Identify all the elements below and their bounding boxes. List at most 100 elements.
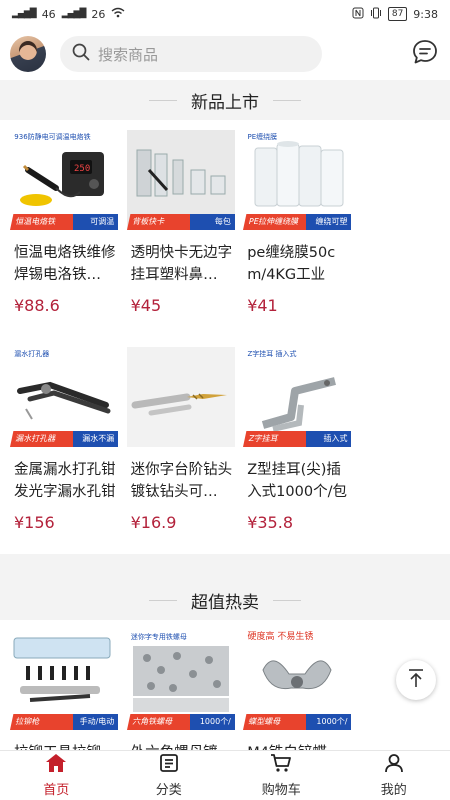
status-bar: ▂▄▆█ 46 ▂▄▆█ 26 87 9:38 <box>0 0 450 28</box>
header: 搜索商品 <box>0 28 450 80</box>
image-tag-right: 插入式 <box>306 431 352 447</box>
product-title[interactable]: 金属漏水打孔钳发光字漏水孔钳 <box>8 459 121 503</box>
tab-cart[interactable]: 购物车 <box>225 751 338 800</box>
image-banner-text: Z字挂耳 插入式 <box>247 350 297 358</box>
product-title[interactable]: 透明快卡无边字挂耳塑料鼻… <box>125 242 238 286</box>
product-card[interactable]: 936防静电可调温电烙铁 250 恒温电烙铁 可调温 恒温电烙铁维修焊锡电洛铁…… <box>8 120 121 337</box>
section-heading: 新品上市 <box>191 92 259 113</box>
image-tag-right: 缠绕可塑 <box>306 214 352 230</box>
product-image: 漏水打孔器 漏水打孔器 漏水不漏光 <box>10 347 119 447</box>
scroll-to-top-button[interactable] <box>396 660 436 700</box>
status-time: 9:38 <box>413 7 438 21</box>
product-price: ¥88.6 <box>14 296 60 315</box>
product-image: PE缠绕膜 PE拉伸缠绕膜 缠绕可塑 <box>243 130 352 230</box>
search-input[interactable]: 搜索商品 <box>98 44 158 65</box>
battery-icon: 87 <box>387 7 408 21</box>
tab-home[interactable]: 首页 <box>0 751 113 800</box>
product-title[interactable]: 拉铆工具拉铆螺… <box>8 742 121 750</box>
search-bar[interactable]: 搜索商品 <box>60 36 322 72</box>
product-image <box>126 347 235 447</box>
product-card[interactable]: 漏水打孔器 漏水打孔器 漏水不漏光 金属漏水打孔钳发光字漏水孔钳 ¥156 <box>8 337 121 554</box>
message-button[interactable] <box>410 39 440 69</box>
tab-category[interactable]: 分类 <box>113 751 226 800</box>
image-tag-left: PE拉伸缠绕膜 <box>243 214 312 230</box>
section-heading: 超值热卖 <box>191 592 259 613</box>
section-title-new: 新品上市 <box>0 80 450 120</box>
product-title[interactable]: 迷你字台阶钻头镀钛钻头可… <box>125 459 238 503</box>
status-right: 87 9:38 <box>352 7 438 22</box>
image-tag-right: 每包 5000个/包 <box>189 214 235 230</box>
image-tag-right: 1000个/包 <box>189 714 235 730</box>
home-icon <box>45 753 67 777</box>
image-tag-left: 背板快卡 <box>126 214 196 230</box>
status-left: ▂▄▆█ 46 ▂▄▆█ 26 <box>12 7 125 21</box>
product-card[interactable]: Z字挂耳 插入式 Z字挂耳 插入式 Z型挂耳(尖)插入式1000个/包 ¥35.… <box>241 337 354 554</box>
product-card[interactable]: 迷你字台阶钻头镀钛钻头可… ¥16.9 <box>125 337 238 554</box>
product-price: ¥16.9 <box>130 513 177 532</box>
section-title-hot: 超值热卖 <box>0 580 450 620</box>
user-icon <box>384 753 404 777</box>
tab-label: 我的 <box>380 783 407 798</box>
image-tag-right: 1000个/包 <box>306 714 352 730</box>
image-banner-text: PE缠绕膜 <box>247 133 278 141</box>
content-scroll[interactable]: 新品上市 936防静电可调温电烙铁 250 恒温电烙铁 可调温 恒温电烙铁维修焊… <box>0 80 450 750</box>
signal-label-1: 46 <box>41 7 56 21</box>
product-image: 硬度高 不易生锈 蝶型螺母 1000个/包 <box>243 630 352 730</box>
search-icon <box>72 43 90 65</box>
product-image: 936防静电可调温电烙铁 250 恒温电烙铁 可调温 <box>10 130 119 230</box>
divider <box>273 599 301 601</box>
image-tag-left: 恒温电烙铁 <box>10 214 79 230</box>
product-price: ¥45 <box>130 296 162 315</box>
divider <box>149 99 177 101</box>
product-price: ¥35.8 <box>247 513 293 532</box>
image-tag-left: 拉铆枪 <box>10 714 79 730</box>
wifi-icon <box>111 7 125 21</box>
image-tag-right: 漏水不漏光 <box>72 431 119 447</box>
product-image: 拉铆枪 手动/电动 <box>10 630 119 730</box>
message-icon <box>411 38 439 70</box>
arrow-up-icon <box>407 668 425 692</box>
image-banner-text: 硬度高 不易生锈 <box>247 632 314 642</box>
bottom-tab-bar: 首页 分类 购物车 我的 <box>0 750 450 800</box>
product-image: 背板快卡 每包 5000个/包 <box>126 130 235 230</box>
image-tag-right: 手动/电动 <box>72 714 119 730</box>
product-image: Z字挂耳 插入式 Z字挂耳 插入式 <box>243 347 352 447</box>
divider <box>149 599 177 601</box>
tab-label: 分类 <box>155 783 182 798</box>
tab-label: 购物车 <box>261 783 301 798</box>
product-card[interactable]: PE缠绕膜 PE拉伸缠绕膜 缠绕可塑 pe缠绕膜50cm/4KG工业用… ¥41 <box>241 120 354 337</box>
image-tag-left: Z字挂耳 <box>243 431 312 447</box>
product-card[interactable]: 硬度高 不易生锈 蝶型螺母 1000个/包 M4铁白锌蝶形… <box>241 620 354 750</box>
signal-label-2: 26 <box>91 7 106 21</box>
image-tag-left: 漏水打孔器 <box>10 431 79 447</box>
product-card[interactable]: 背板快卡 每包 5000个/包 透明快卡无边字挂耳塑料鼻… ¥45 <box>125 120 238 337</box>
product-price: ¥156 <box>14 513 55 532</box>
tab-label: 首页 <box>43 783 70 798</box>
product-title[interactable]: Z型挂耳(尖)插入式1000个/包 <box>241 459 354 503</box>
section-gap <box>0 554 450 580</box>
product-price: ¥41 <box>247 296 278 315</box>
product-card[interactable]: 迷你字专用铁螺母 六角铁螺母 1000个/包 外六角螺母镀锌… <box>125 620 238 750</box>
product-card[interactable]: 拉铆枪 手动/电动 拉铆工具拉铆螺… <box>8 620 121 750</box>
signal-icon: ▂▄▆█ <box>12 9 37 19</box>
product-image: 迷你字专用铁螺母 六角铁螺母 1000个/包 <box>126 630 235 730</box>
svg-text:250: 250 <box>74 164 90 174</box>
image-banner-text: 936防静电可调温电烙铁 <box>14 133 91 141</box>
avatar[interactable] <box>10 36 46 72</box>
image-banner-text: 迷你字专用铁螺母 <box>130 633 187 641</box>
product-title[interactable]: 外六角螺母镀锌… <box>125 742 238 750</box>
tab-profile[interactable]: 我的 <box>338 751 450 800</box>
product-title[interactable]: pe缠绕膜50cm/4KG工业用… <box>241 242 354 286</box>
image-tag-left: 六角铁螺母 <box>126 714 196 730</box>
vibrate-icon <box>370 7 382 22</box>
product-title[interactable]: 恒温电烙铁维修焊锡电洛铁… <box>8 242 121 286</box>
divider <box>273 99 301 101</box>
image-tag-right: 可调温 <box>72 214 119 230</box>
nfc-icon <box>352 7 364 22</box>
product-title[interactable]: M4铁白锌蝶形… <box>241 742 354 750</box>
product-grid-hot: 拉铆枪 手动/电动 拉铆工具拉铆螺… 迷你字专用铁螺母 六角铁螺母 1000个/… <box>0 620 450 750</box>
image-banner-text: 漏水打孔器 <box>14 350 50 358</box>
signal-icon-2: ▂▄▆█ <box>61 9 87 19</box>
step-drill-bit-graphic <box>126 347 235 447</box>
image-tag-left: 蝶型螺母 <box>243 714 312 730</box>
